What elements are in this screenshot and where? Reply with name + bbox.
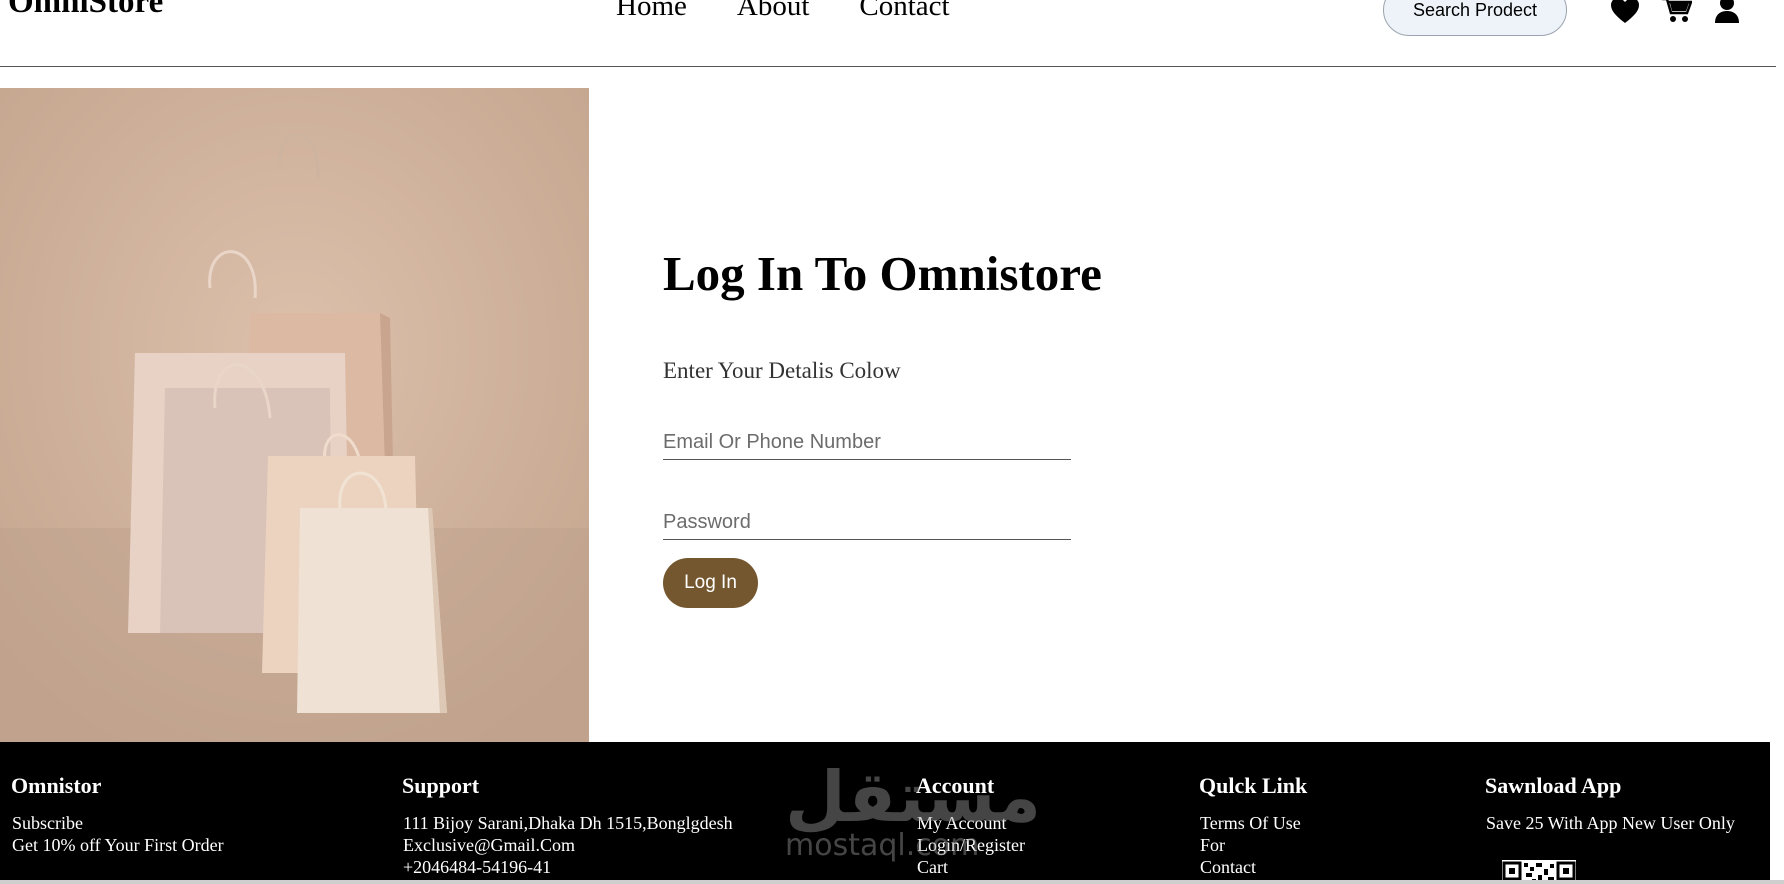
footer-heading: Omnistor [11,773,102,798]
main-nav: Home About Contact [616,0,950,23]
search-input[interactable]: Search Prodect [1383,0,1567,36]
user-icon[interactable] [1714,0,1740,24]
footer-heading: Sawnload App [1485,773,1622,798]
footer-link[interactable]: For [1199,834,1307,856]
footer-link[interactable]: Cart [916,856,1025,878]
hero-image [0,88,589,742]
login-title: Log In To Omnistore [663,246,1102,301]
footer-text: Save 25 With App New User Only [1486,813,1735,833]
heart-icon[interactable] [1610,0,1640,24]
shopping-bags-illustration [0,88,589,742]
horizontal-scrollbar[interactable] [0,880,1784,884]
footer-col-support: Support 111 Bijoy Sarani,Dhaka Dh 1515,B… [402,773,733,878]
footer-col-account: Account My Account Login/Register Cart [916,773,1025,878]
footer-heading: Account [916,773,995,798]
password-field[interactable] [663,506,1071,540]
nav-about[interactable]: About [737,0,810,23]
nav-home[interactable]: Home [616,0,687,23]
footer-address: 111 Bijoy Sarani,Dhaka Dh 1515,Bonglgdes… [403,813,733,833]
footer-heading: Qulck Link [1199,773,1308,798]
footer-link[interactable]: My Account [916,812,1025,834]
nav-contact[interactable]: Contact [859,0,949,23]
footer-email[interactable]: Exclusive@Gmail.Com [402,834,733,856]
footer-link[interactable]: Login/Register [916,834,1025,856]
footer-heading: Support [402,773,480,798]
login-button[interactable]: Log In [663,558,758,608]
footer-col-quick-link: Qulck Link Terms Of Use For Contact [1199,773,1307,878]
footer-link[interactable]: Contact [1199,856,1307,878]
email-field[interactable] [663,426,1071,460]
site-header: OmniStore Home About Contact Search Prod… [0,0,1776,67]
footer-col-download-app: Sawnload App Save 25 With App New User O… [1485,773,1735,834]
footer-text: Get 10% off Your First Order [12,835,224,855]
site-logo[interactable]: OmniStore [8,0,163,21]
login-subtitle: Enter Your Detalis Colow [663,358,901,383]
footer-link[interactable]: Subscribe [11,812,224,834]
cart-icon[interactable] [1662,0,1692,24]
footer-phone: +2046484-54196-41 [403,857,552,877]
footer-col-omnistor: Omnistor Subscribe Get 10% off Your Firs… [11,773,224,856]
footer-link[interactable]: Terms Of Use [1199,812,1307,834]
